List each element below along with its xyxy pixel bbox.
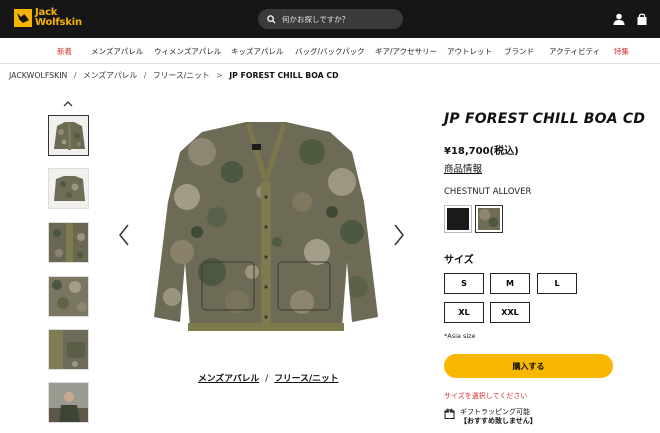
size-warning: サイズを選択してください: [444, 392, 528, 400]
nav-item-brand[interactable]: ブランド: [504, 46, 534, 57]
breadcrumb-current: JP FOREST CHILL BOA CD: [229, 71, 339, 80]
size-button-xxl[interactable]: XXL: [490, 302, 530, 323]
nav-item-mens-apparel[interactable]: メンズアパレル: [91, 46, 143, 57]
search-icon: [267, 14, 276, 24]
thumbnail-scroll-up-icon[interactable]: [62, 99, 74, 109]
size-label: サイズ: [444, 255, 474, 266]
product-thumbnail[interactable]: [48, 276, 89, 317]
gift-icon: [444, 408, 455, 419]
model-outdoor-thumbnail-image: [49, 383, 88, 422]
product-info-link[interactable]: 商品情報: [444, 161, 482, 175]
nav-item-outlet[interactable]: アウトレット: [447, 46, 492, 57]
jacket-detail-thumbnail-image: [49, 223, 88, 262]
product-thumbnail[interactable]: [48, 115, 89, 156]
breadcrumb-item-home[interactable]: JACKWOLFSKIN: [9, 71, 67, 80]
swatch-fill: [447, 208, 469, 230]
category-links: メンズアパレル / フリース/ニット: [198, 371, 339, 384]
jacket-front-thumbnail-image: [49, 116, 88, 155]
header-bar: Jack Wolfskin 何かお探しですか？: [0, 0, 660, 38]
size-button-m[interactable]: M: [490, 273, 530, 294]
breadcrumb-separator: /: [143, 71, 147, 80]
jacket-back-thumbnail-image: [49, 169, 88, 208]
swatch-fill: [478, 208, 500, 230]
category-link-mens[interactable]: メンズアパレル: [198, 374, 259, 384]
nav-item-features[interactable]: 特集: [614, 46, 629, 57]
size-button-xl[interactable]: XL: [444, 302, 484, 323]
color-swatch-chestnut-allover[interactable]: [475, 205, 503, 233]
nav-item-womens-apparel[interactable]: ウィメンズアパレル: [154, 46, 221, 57]
search-input[interactable]: 何かお探しですか？: [258, 9, 403, 29]
product-thumbnail[interactable]: [48, 168, 89, 209]
product-title: JP FOREST CHILL BOA CD: [444, 111, 646, 127]
prev-image-arrow-icon[interactable]: [117, 223, 131, 247]
category-nav: 新着 メンズアパレル ウィメンズアパレル キッズアパレル バッグ/バックパック …: [0, 38, 660, 64]
brand-logo[interactable]: Jack Wolfskin: [14, 8, 82, 28]
size-button-l[interactable]: L: [537, 273, 577, 294]
nav-item-activity[interactable]: アクティビティ: [549, 46, 600, 57]
user-icon[interactable]: [612, 12, 626, 26]
nav-item-new[interactable]: 新着: [57, 46, 72, 57]
product-main-image: [154, 122, 378, 331]
product-thumbnail[interactable]: [48, 382, 89, 423]
breadcrumb-current-marker: >: [216, 71, 223, 80]
category-link-fleece[interactable]: フリース/ニット: [274, 374, 338, 384]
size-button-s[interactable]: S: [444, 273, 484, 294]
color-swatch-black[interactable]: [444, 205, 472, 233]
breadcrumb-item-mens[interactable]: メンズアパレル: [83, 71, 137, 80]
product-thumbnail[interactable]: [48, 329, 89, 370]
product-price: ¥18,700(税込): [444, 146, 519, 157]
size-note: *Asia size: [444, 332, 476, 340]
bag-icon[interactable]: [635, 12, 649, 26]
product-thumbnail[interactable]: [48, 222, 89, 263]
search-placeholder: 何かお探しですか？: [282, 14, 350, 24]
nav-item-kids-apparel[interactable]: キッズアパレル: [231, 46, 283, 57]
logo-text-line2: Wolfskin: [35, 17, 82, 28]
category-link-separator: /: [265, 374, 269, 384]
fabric-closeup-thumbnail-image: [49, 277, 88, 316]
selected-color-name: CHESTNUT ALLOVER: [444, 187, 532, 197]
nav-item-bags[interactable]: バッグ/バックパック: [295, 46, 365, 57]
nav-item-gear[interactable]: ギア/アクセサリー: [375, 46, 437, 57]
breadcrumb-item-fleece[interactable]: フリース/ニット: [153, 71, 210, 80]
gift-line2: 【おすすめ致しません】: [460, 417, 537, 425]
breadcrumb-separator: /: [73, 71, 77, 80]
gift-line1: ギフトラッピング可能: [460, 408, 530, 416]
breadcrumb: JACKWOLFSKIN / メンズアパレル / フリース/ニット > JP F…: [9, 70, 343, 81]
pocket-detail-thumbnail-image: [49, 330, 88, 369]
gift-wrapping-info: ギフトラッピング可能 【おすすめ致しません】: [444, 408, 537, 426]
buy-button[interactable]: 購入する: [444, 354, 613, 378]
paw-logo-icon: [14, 9, 32, 27]
next-image-arrow-icon[interactable]: [392, 223, 406, 247]
